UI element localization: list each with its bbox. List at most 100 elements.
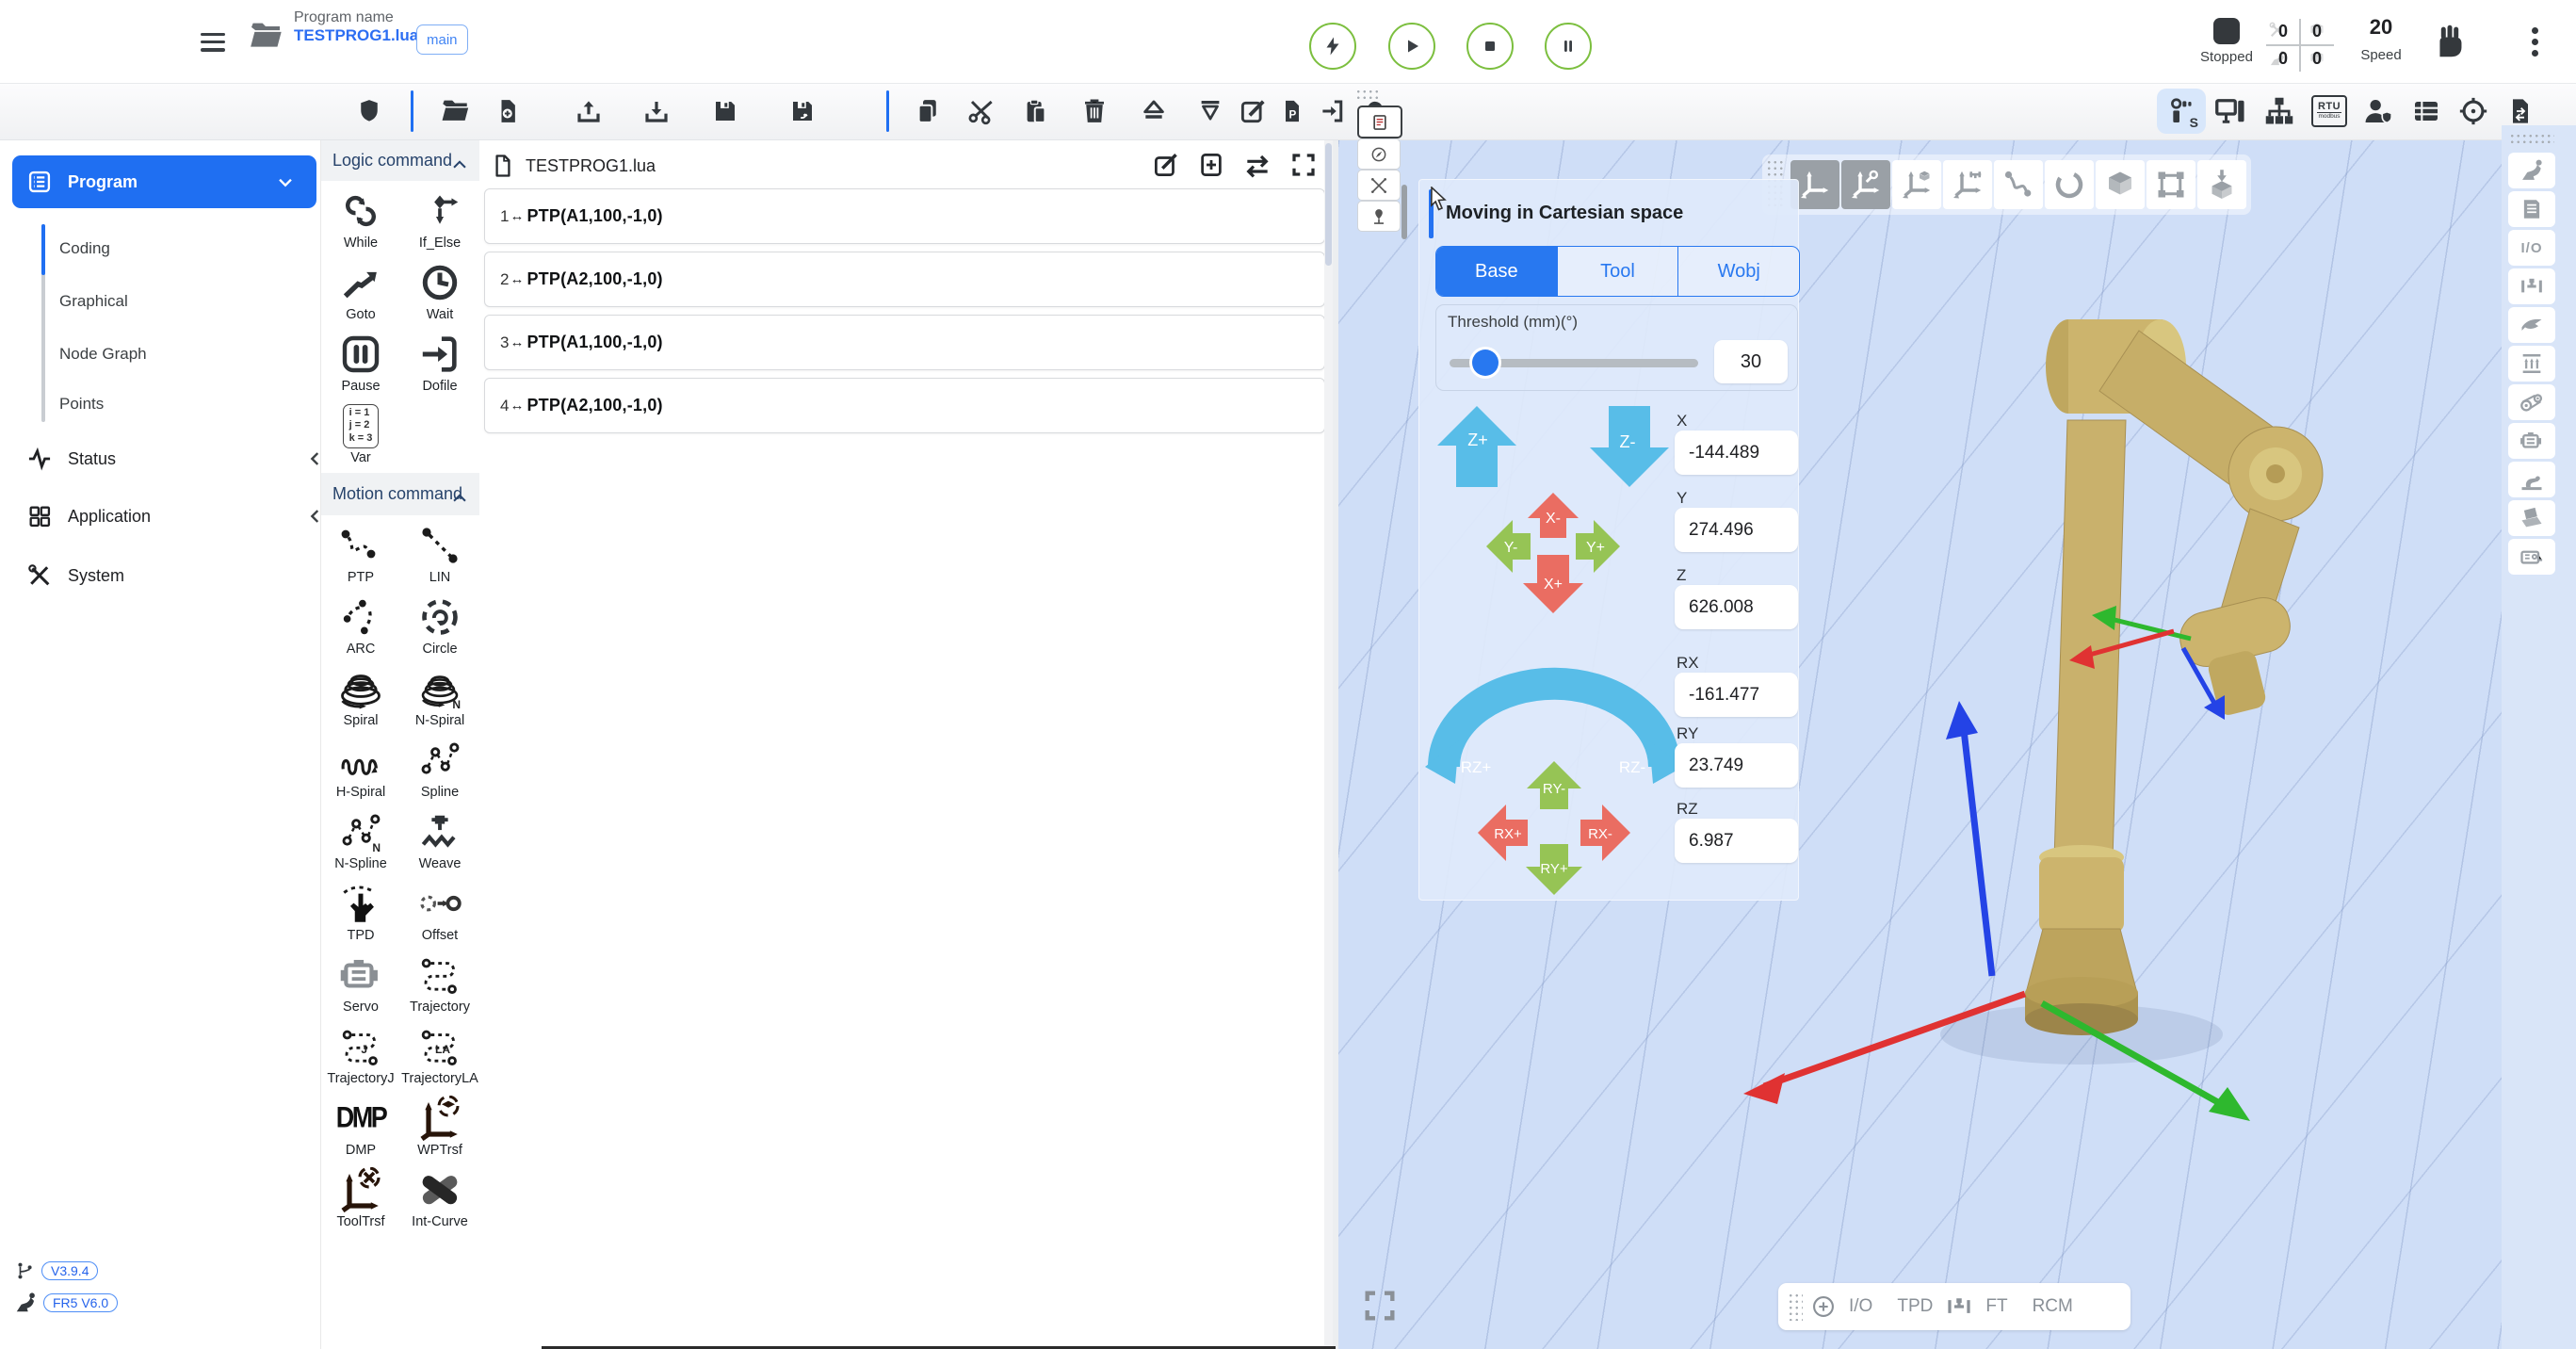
delete-button[interactable] bbox=[1077, 94, 1111, 128]
program-line[interactable]: 3↔PTP(A1,100,-1,0) bbox=[484, 315, 1325, 370]
model-import-button[interactable] bbox=[2197, 160, 2246, 209]
user-security-button[interactable] bbox=[2359, 94, 2397, 128]
run-button[interactable] bbox=[1388, 23, 1435, 70]
bottom-ft-button[interactable]: FT bbox=[1973, 1296, 2019, 1317]
bottom-bar-drag-handle[interactable] bbox=[1788, 1292, 1803, 1321]
sidebar-item-program[interactable]: Program bbox=[12, 155, 316, 208]
cmd-wptrsf[interactable]: WPTrsf bbox=[400, 1094, 479, 1165]
file-transfer-button[interactable] bbox=[2502, 94, 2539, 128]
edit-program-icon[interactable] bbox=[1152, 151, 1180, 179]
save-as-button[interactable] bbox=[786, 94, 819, 128]
left-strip-drag-handle[interactable] bbox=[1355, 89, 1380, 103]
laptop-panel-button[interactable] bbox=[2508, 500, 2555, 536]
tab-tool[interactable]: Tool bbox=[1558, 247, 1679, 296]
cut-button[interactable] bbox=[964, 94, 998, 128]
paste-button[interactable] bbox=[1019, 94, 1053, 128]
program-doc-button[interactable] bbox=[2508, 191, 2555, 227]
cmd-dofile[interactable]: Dofile bbox=[400, 330, 479, 401]
bottom-tpd-button[interactable]: TPD bbox=[1885, 1296, 1945, 1317]
positioner-panel-button[interactable] bbox=[2508, 462, 2555, 497]
coord-y-value[interactable]: 274.496 bbox=[1675, 508, 1798, 552]
registers-button[interactable] bbox=[2407, 94, 2445, 128]
bottom-io-button[interactable]: I/O bbox=[1837, 1296, 1885, 1317]
pin-tool-button[interactable] bbox=[1357, 201, 1401, 232]
wobj-frame-button[interactable] bbox=[1892, 160, 1941, 209]
add-line-icon[interactable] bbox=[1197, 151, 1225, 179]
workspace-button[interactable] bbox=[2147, 160, 2195, 209]
cmd-dmp[interactable]: DMPDMP bbox=[321, 1094, 400, 1165]
lift-panel-button[interactable] bbox=[2508, 346, 2555, 382]
cmd-tooltrsf[interactable]: ToolTrsf bbox=[321, 1165, 400, 1237]
points-file-button[interactable] bbox=[1275, 94, 1309, 128]
report-tool-button[interactable] bbox=[1357, 106, 1402, 138]
program-file-link[interactable]: TESTPROG1.lua bbox=[294, 26, 418, 45]
cmd-goto[interactable]: Goto bbox=[321, 258, 400, 330]
cmd-h-spiral[interactable]: H-Spiral bbox=[321, 736, 400, 807]
coord-ry-value[interactable]: 23.749 bbox=[1675, 743, 1798, 788]
robot-version-badge[interactable]: FR5 V6.0 bbox=[43, 1293, 118, 1312]
cmd-trajectory[interactable]: Trajectory bbox=[400, 951, 479, 1022]
gripper-frame-button[interactable] bbox=[1943, 160, 1992, 209]
fullscreen-icon[interactable] bbox=[1289, 151, 1318, 179]
modbus-rtu-button[interactable]: RTUmodbus bbox=[2310, 94, 2348, 128]
filter-button[interactable] bbox=[1193, 94, 1227, 128]
eject-button[interactable] bbox=[1137, 94, 1171, 128]
open-file-button[interactable] bbox=[438, 94, 472, 128]
program-line[interactable]: 4↔PTP(A2,100,-1,0) bbox=[484, 378, 1325, 433]
export-button[interactable] bbox=[572, 94, 606, 128]
cube-display-button[interactable] bbox=[2096, 160, 2145, 209]
motion-command-header[interactable]: Motion command bbox=[321, 473, 479, 514]
cmd-offset[interactable]: Offset bbox=[400, 879, 479, 951]
io-module-button[interactable] bbox=[2508, 539, 2555, 575]
bottom-rcm-button[interactable]: RCM bbox=[2020, 1296, 2085, 1317]
gripper-panel-button[interactable] bbox=[2508, 268, 2555, 304]
cmd-if-else[interactable]: If_Else bbox=[400, 187, 479, 258]
tab-wobj[interactable]: Wobj bbox=[1678, 247, 1799, 296]
cmd-int-curve[interactable]: Int-Curve bbox=[400, 1165, 479, 1237]
jog-rz-arc[interactable] bbox=[1444, 684, 1664, 767]
right-strip-drag-handle[interactable] bbox=[2509, 133, 2554, 146]
cmd-trajectory-la[interactable]: LATrajectoryLA bbox=[400, 1022, 479, 1094]
sidebar-item-system[interactable]: System bbox=[0, 554, 347, 597]
speed-value[interactable]: 20 bbox=[2353, 15, 2409, 40]
cmd-n-spline[interactable]: NN-Spline bbox=[321, 807, 400, 879]
new-file-button[interactable] bbox=[492, 94, 526, 128]
tab-base[interactable]: Base bbox=[1436, 247, 1558, 296]
web-version-badge[interactable]: V3.9.4 bbox=[41, 1261, 98, 1280]
copy-button[interactable] bbox=[911, 94, 945, 128]
remote-desktop-button[interactable] bbox=[2211, 94, 2249, 128]
viewport-3d[interactable]: Moving in Cartesian space Base Tool Wobj… bbox=[1338, 139, 2576, 1349]
menu-button[interactable] bbox=[201, 28, 225, 56]
belt-panel-button[interactable] bbox=[2508, 384, 2555, 420]
cmd-lin[interactable]: LIN bbox=[400, 521, 479, 593]
zoom-fit-icon[interactable] bbox=[1810, 1293, 1837, 1320]
import-points-button[interactable] bbox=[1316, 94, 1350, 128]
counter-grid[interactable]: 0 0 0 0 bbox=[2266, 19, 2334, 72]
torch-panel-button[interactable] bbox=[2508, 307, 2555, 343]
drag-teach-icon[interactable] bbox=[2428, 17, 2471, 64]
split-divider[interactable] bbox=[1333, 139, 1338, 1349]
jog-speed-button[interactable]: S bbox=[2157, 89, 2206, 134]
program-scrollbar[interactable] bbox=[1324, 139, 1333, 1349]
cmd-servo[interactable]: Servo bbox=[321, 951, 400, 1022]
path-display-button[interactable] bbox=[1994, 160, 2043, 209]
sidebar-item-status[interactable]: Status bbox=[0, 437, 347, 480]
sidebar-item-application[interactable]: Application bbox=[0, 495, 347, 538]
cmd-tpd[interactable]: TPD bbox=[321, 879, 400, 951]
program-line[interactable]: 1↔PTP(A1,100,-1,0) bbox=[484, 188, 1325, 244]
cmd-trajectory-j[interactable]: JTrajectoryJ bbox=[321, 1022, 400, 1094]
program-line[interactable]: 2↔PTP(A2,100,-1,0) bbox=[484, 252, 1325, 307]
tool-frame-button[interactable] bbox=[1841, 160, 1890, 209]
more-menu-button[interactable] bbox=[2532, 23, 2538, 61]
cmd-n-spiral[interactable]: NN-Spiral bbox=[400, 664, 479, 736]
compass-tool-button[interactable] bbox=[1357, 138, 1401, 170]
bottom-gripper-icon[interactable] bbox=[1945, 1292, 1973, 1321]
power-button[interactable] bbox=[1309, 23, 1356, 70]
target-button[interactable] bbox=[2454, 94, 2492, 128]
cmd-wait[interactable]: Wait bbox=[400, 258, 479, 330]
left-strip-scrollbar[interactable] bbox=[1401, 185, 1407, 239]
coord-rx-value[interactable]: -161.477 bbox=[1675, 673, 1798, 717]
logic-command-header[interactable]: Logic command bbox=[321, 139, 479, 181]
cmd-pause[interactable]: Pause bbox=[321, 330, 400, 401]
cmd-arc[interactable]: ARC bbox=[321, 593, 400, 664]
